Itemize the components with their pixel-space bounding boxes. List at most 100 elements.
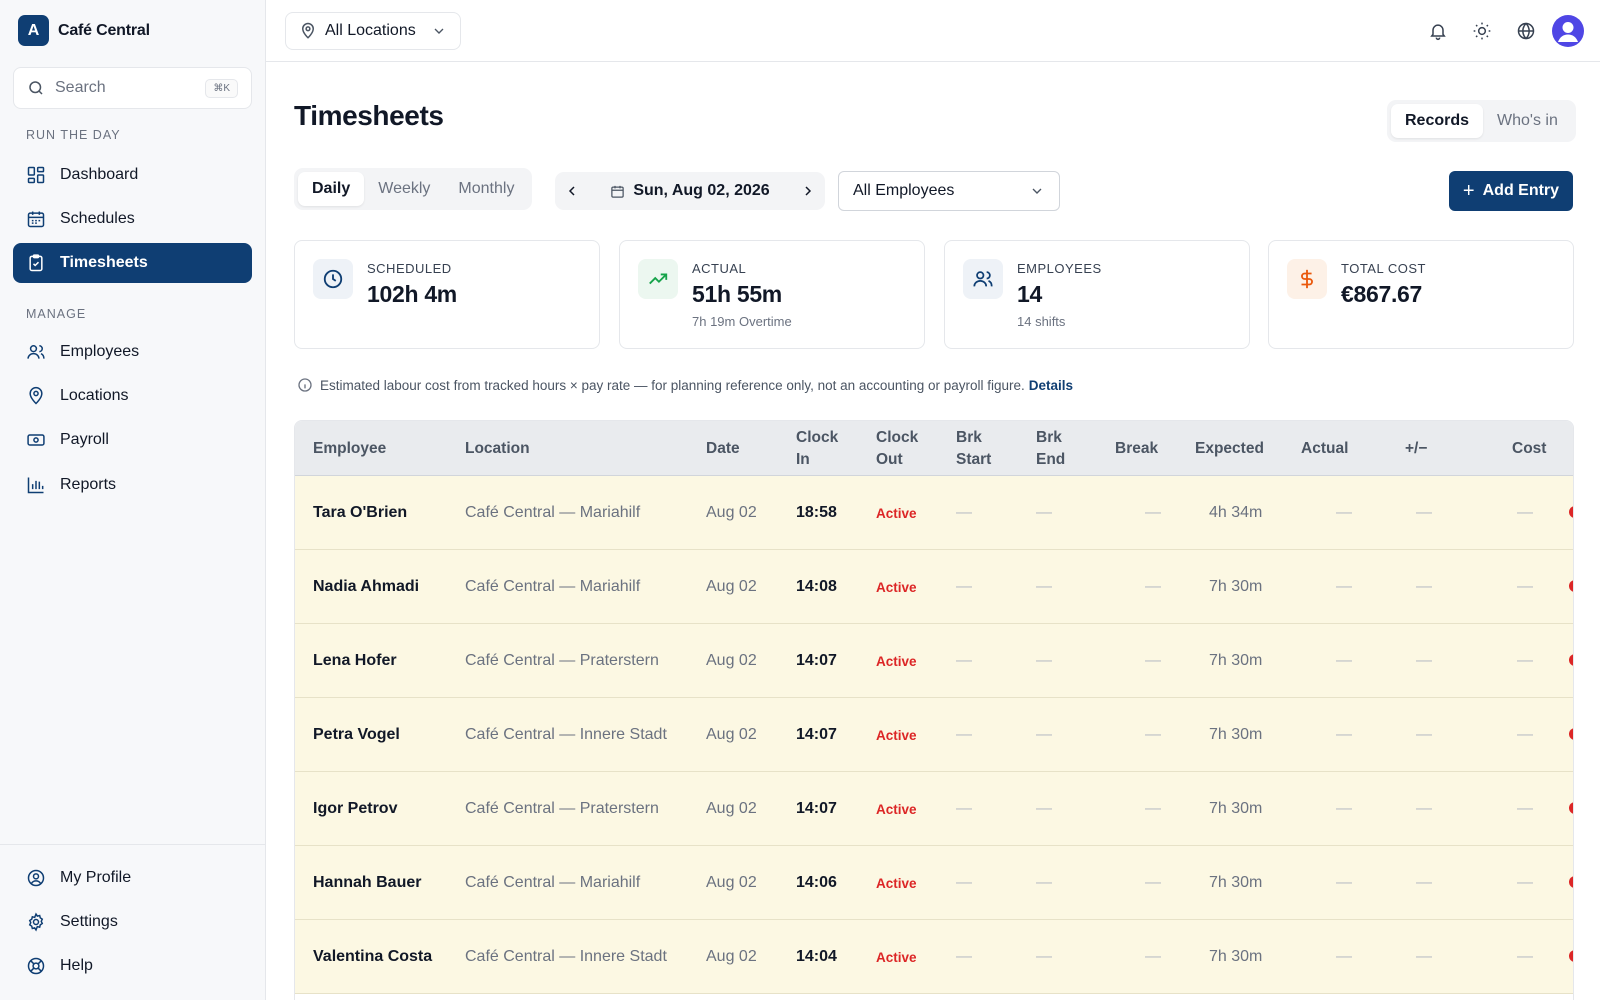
sidebar-item-label: Help: [60, 957, 93, 974]
clock-icon: [313, 259, 353, 299]
column-header-break[interactable]: Break: [1115, 421, 1158, 476]
language-button[interactable]: [1514, 19, 1538, 43]
search-icon: [29, 81, 43, 95]
cell-clock-in: 14:04: [796, 948, 837, 965]
employee-filter-select[interactable]: All Employees: [838, 171, 1060, 211]
cell-actual: —: [1336, 652, 1352, 669]
table-row[interactable]: Hannah Bauer Café Central — Mariahilf Au…: [295, 846, 1573, 920]
column-header-clock-out[interactable]: Clock Out: [876, 421, 926, 476]
date-navigator: Sun, Aug 02, 2026: [555, 172, 825, 210]
cell-cost: —: [1517, 726, 1533, 743]
add-entry-button[interactable]: + Add Entry: [1449, 171, 1573, 211]
cell-break: —: [1145, 948, 1161, 965]
status-badge: Active: [876, 653, 917, 669]
column-header-break-start[interactable]: Brk Start: [956, 421, 1006, 476]
cell-employee: Igor Petrov: [313, 800, 398, 817]
tab-daily[interactable]: Daily: [298, 172, 365, 206]
cell-difference: —: [1416, 800, 1432, 817]
view-toggle: Records Who's in: [1387, 100, 1576, 142]
info-icon: [298, 378, 312, 392]
stat-card-scheduled: SCHEDULED 102h 4m: [294, 240, 600, 349]
sidebar-item-settings[interactable]: Settings: [13, 902, 252, 942]
sidebar: A Café Central Search ⌘K RUN THE DAY Das…: [0, 0, 266, 1000]
details-link[interactable]: Details: [1029, 378, 1073, 393]
stat-label: TOTAL COST: [1341, 261, 1426, 276]
column-header-location[interactable]: Location: [465, 421, 530, 476]
column-header-employee[interactable]: Employee: [313, 421, 386, 476]
previous-date-button[interactable]: [555, 174, 589, 208]
sidebar-item-help[interactable]: Help: [13, 946, 252, 986]
table-row[interactable]: Valentina Costa Café Central — Innere St…: [295, 920, 1573, 994]
notifications-button[interactable]: [1426, 19, 1450, 43]
table-row[interactable]: Nadia Ahmadi Café Central — Mariahilf Au…: [295, 550, 1573, 624]
cell-break: —: [1145, 800, 1161, 817]
tab-weekly[interactable]: Weekly: [364, 172, 444, 206]
status-indicator-dot: [1569, 506, 1573, 518]
next-date-button[interactable]: [791, 174, 825, 208]
tab-whos-in[interactable]: Who's in: [1483, 104, 1572, 138]
map-pin-icon: [29, 386, 43, 405]
cell-break: —: [1145, 874, 1161, 891]
column-header-cost[interactable]: Cost: [1512, 421, 1546, 476]
sidebar-item-timesheets[interactable]: Timesheets: [13, 243, 252, 283]
cell-date: Aug 02: [706, 800, 757, 817]
cell-expected: 7h 30m: [1209, 578, 1263, 595]
sidebar-item-payroll[interactable]: Payroll: [13, 420, 252, 460]
cell-break-end: —: [1036, 504, 1052, 521]
cell-expected: 7h 30m: [1209, 948, 1263, 965]
cell-employee: Lena Hofer: [313, 652, 397, 669]
chevron-down-icon: [1032, 188, 1042, 194]
sidebar-item-label: Employees: [60, 343, 140, 360]
column-header-date[interactable]: Date: [706, 421, 740, 476]
column-header-difference[interactable]: +/−: [1405, 421, 1427, 476]
cell-clock-in: 14:06: [796, 874, 837, 891]
stat-card-actual: ACTUAL 51h 55m 7h 19m Overtime: [619, 240, 925, 349]
search-shortcut: ⌘K: [205, 78, 238, 98]
sidebar-item-schedules[interactable]: Schedules: [13, 199, 252, 239]
brand[interactable]: A Café Central: [18, 15, 150, 46]
table-row[interactable]: Petra Vogel Café Central — Innere Stadt …: [295, 698, 1573, 772]
cell-difference: —: [1416, 726, 1432, 743]
clipboard-check-icon: [29, 254, 43, 272]
status-indicator-dot: [1569, 654, 1573, 666]
cell-break-start: —: [956, 578, 972, 595]
period-tabs: Daily Weekly Monthly: [294, 168, 533, 210]
sidebar-item-label: Reports: [60, 476, 117, 493]
table-row[interactable]: Tara O'Brien Café Central — Mariahilf Au…: [295, 476, 1573, 550]
disclaimer-text: Estimated labour cost from tracked hours…: [320, 377, 1025, 393]
location-filter-select[interactable]: All Locations: [285, 12, 461, 50]
column-header-expected[interactable]: Expected: [1195, 421, 1264, 476]
current-date: Sun, Aug 02, 2026: [633, 182, 770, 199]
cell-actual: —: [1336, 504, 1352, 521]
table-row[interactable]: Igor Petrov Café Central — Praterstern A…: [295, 772, 1573, 846]
cell-expected: 7h 30m: [1209, 726, 1263, 743]
avatar[interactable]: [1552, 15, 1584, 47]
theme-toggle-button[interactable]: [1470, 19, 1494, 43]
tab-records[interactable]: Records: [1391, 104, 1484, 138]
brand-logo: A: [18, 15, 49, 46]
cell-location: Café Central — Innere Stadt: [465, 726, 667, 743]
table-row[interactable]: Lena Hofer Café Central — Praterstern Au…: [295, 624, 1573, 698]
calendar-icon: [611, 185, 625, 198]
cell-cost: —: [1517, 652, 1533, 669]
sidebar-item-reports[interactable]: Reports: [13, 465, 252, 505]
plus-icon: +: [1462, 179, 1475, 202]
sidebar-item-locations[interactable]: Locations: [13, 376, 252, 416]
column-header-break-end[interactable]: Brk End: [1036, 421, 1086, 476]
cell-break-start: —: [956, 504, 972, 521]
sidebar-item-label: Dashboard: [60, 166, 139, 183]
dashboard-icon: [27, 166, 45, 184]
cell-break-start: —: [956, 652, 972, 669]
sidebar-item-my-profile[interactable]: My Profile: [13, 858, 252, 898]
search-input[interactable]: Search ⌘K: [13, 67, 252, 109]
cell-difference: —: [1416, 874, 1432, 891]
stat-label: SCHEDULED: [367, 261, 452, 276]
tab-monthly[interactable]: Monthly: [444, 172, 528, 206]
date-picker-button[interactable]: Sun, Aug 02, 2026: [589, 182, 791, 200]
column-header-actual[interactable]: Actual: [1301, 421, 1348, 476]
column-header-clock-in[interactable]: Clock In: [796, 421, 846, 476]
cell-actual: —: [1336, 800, 1352, 817]
sidebar-item-employees[interactable]: Employees: [13, 332, 252, 372]
status-badge: Active: [876, 875, 917, 891]
sidebar-item-dashboard[interactable]: Dashboard: [13, 155, 252, 195]
